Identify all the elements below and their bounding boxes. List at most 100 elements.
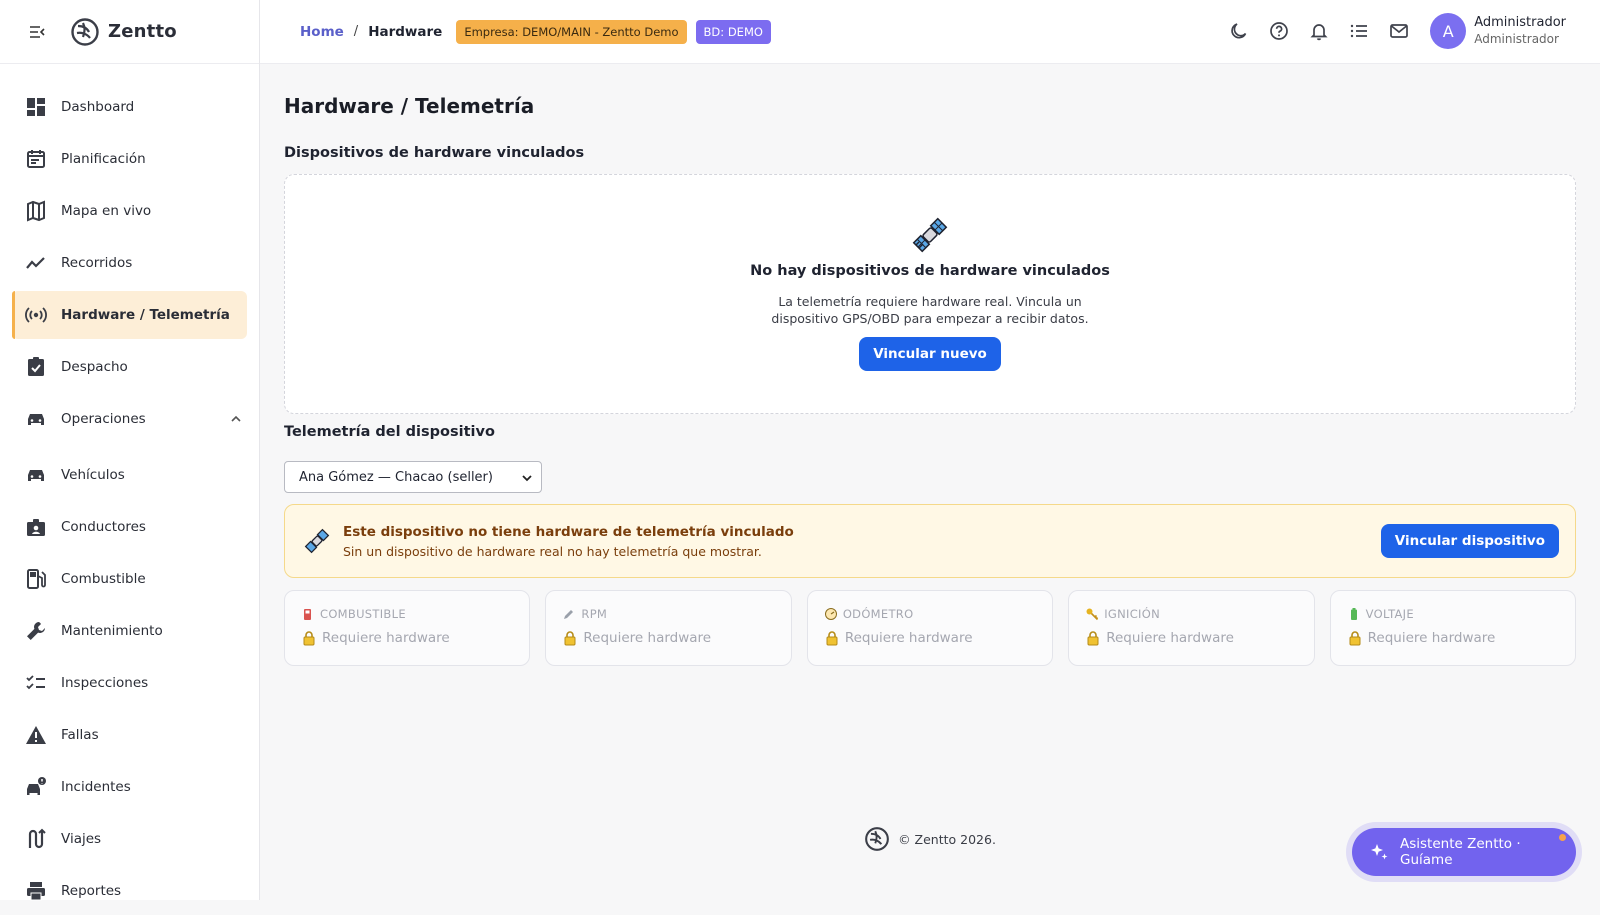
bell-icon[interactable] [1308,20,1330,42]
chevron-down-icon [521,472,533,484]
user-role: Administrador [1474,31,1566,47]
empresa-badge[interactable]: Empresa: DEMO/MAIN - Zentto Demo [456,20,686,44]
telemetry-section-title: Telemetría del dispositivo [284,424,495,440]
user-menu[interactable]: A Administrador Administrador [1430,13,1566,49]
sidebar-item-combustible[interactable]: Combustible [12,555,247,603]
lock-icon [824,630,840,646]
alert-description: Sin un dispositivo de hardware real no h… [343,544,794,559]
avatar[interactable]: A [1430,13,1466,49]
metric-value: Requiere hardware [1368,630,1496,646]
notification-dot [1559,834,1566,841]
metric-card-ignition: IGNICIÓN Requiere hardware [1068,590,1314,666]
car-icon [25,408,47,430]
assistant-button[interactable]: Asistente Zentto · Guíame [1352,828,1576,876]
moon-icon[interactable] [1228,20,1250,42]
key-icon [1085,607,1099,621]
lock-icon [1347,630,1363,646]
sidebar-item-reportes[interactable]: Reportes [12,867,247,915]
sidebar-item-mantenimiento[interactable]: Mantenimiento [12,607,247,655]
user-info: Administrador Administrador [1474,15,1566,47]
sidebar-item-recorridos[interactable]: Recorridos [12,239,247,287]
linked-devices-title: Dispositivos de hardware vinculados [284,145,584,161]
calendar-icon [25,148,47,170]
sidebar-item-label: Fallas [61,727,99,743]
checklist-icon [25,672,47,694]
metric-label: VOLTAJE [1366,607,1414,621]
sidebar-item-label: Mapa en vivo [61,203,151,219]
list-icon[interactable] [1348,20,1370,42]
sidebar-item-vehiculos[interactable]: Vehículos [12,451,247,499]
device-select[interactable]: Ana Gómez — Chacao (seller) [284,461,542,493]
sidebar-item-label: Dashboard [61,99,134,115]
clipboard-check-icon [25,356,47,378]
sidebar-item-label: Viajes [61,831,101,847]
gauge-icon [824,607,838,621]
user-name: Administrador [1474,15,1566,31]
alert-text: Este dispositivo no tiene hardware de te… [343,524,794,559]
timeline-icon [25,252,47,274]
sidebar-item-despacho[interactable]: Despacho [12,343,247,391]
sidebar-item-label: Recorridos [61,255,132,271]
device-select-value: Ana Gómez — Chacao (seller) [299,470,493,485]
page-title: Hardware / Telemetría [284,94,534,118]
sidebar-item-label: Operaciones [61,411,146,427]
satellite-icon [303,527,331,555]
mail-icon[interactable] [1388,20,1410,42]
sidebar-item-mapa[interactable]: Mapa en vivo [12,187,247,235]
sidebar-item-label: Inspecciones [61,675,148,691]
breadcrumb-separator: / [354,24,358,39]
metric-value: Requiere hardware [845,630,973,646]
sidebar-nav: Dashboard Planificación Mapa en vivo Rec… [0,64,259,915]
fuel-icon [301,607,315,621]
metric-value: Requiere hardware [583,630,711,646]
menu-collapse-icon[interactable] [26,21,48,43]
brand-bar: Zentto [0,0,259,64]
sidebar-item-label: Hardware / Telemetría [61,307,230,323]
help-icon[interactable] [1268,20,1290,42]
lock-icon [301,630,317,646]
no-hardware-alert: Este dispositivo no tiene hardware de te… [284,504,1576,578]
car-icon [25,464,47,486]
sidebar-item-label: Planificación [61,151,146,167]
lock-icon [562,630,578,646]
sidebar-item-viajes[interactable]: Viajes [12,815,247,863]
breadcrumb-current: Hardware [368,24,442,40]
brand-name: Zentto [108,21,177,42]
lock-icon [1085,630,1101,646]
sidebar-item-fallas[interactable]: Fallas [12,711,247,759]
sidebar-item-label: Despacho [61,359,128,375]
sidebar-item-inspecciones[interactable]: Inspecciones [12,659,247,707]
sidebar-item-planificacion[interactable]: Planificación [12,135,247,183]
metric-value: Requiere hardware [322,630,450,646]
telemetry-metrics: COMBUSTIBLE Requiere hardware RPM Requie… [284,590,1576,666]
metric-card-voltage: VOLTAJE Requiere hardware [1330,590,1576,666]
bd-badge[interactable]: BD: DEMO [696,20,771,44]
empty-devices-panel: No hay dispositivos de hardware vinculad… [284,174,1576,414]
sidebar-item-operaciones[interactable]: Operaciones [12,395,247,443]
sidebar-item-label: Vehículos [61,467,125,483]
sidebar-item-label: Mantenimiento [61,623,163,639]
link-device-button[interactable]: Vincular dispositivo [1381,524,1559,558]
breadcrumb: Home / Hardware [300,24,442,40]
sidebar-item-conductores[interactable]: Conductores [12,503,247,551]
sidebar-item-label: Combustible [61,571,146,587]
chevron-up-icon[interactable] [229,412,243,426]
zentto-logo-icon [70,17,100,47]
sidebar-item-dashboard[interactable]: Dashboard [12,83,247,131]
sidebar: Zentto Dashboard Planificación Mapa en v… [0,0,260,900]
fuel-pump-icon [25,568,47,590]
link-new-button[interactable]: Vincular nuevo [859,337,1001,371]
metric-card-rpm: RPM Requiere hardware [545,590,791,666]
sidebar-item-hardware[interactable]: Hardware / Telemetría [12,291,247,339]
dashboard-icon [25,96,47,118]
sidebar-item-label: Conductores [61,519,146,535]
footer-copyright: © Zentto 2026. [898,832,996,847]
metric-label: COMBUSTIBLE [320,607,406,621]
print-icon [25,880,47,902]
battery-icon [1347,607,1361,621]
assistant-label: Asistente Zentto · Guíame [1400,836,1576,868]
metric-label: ODÓMETRO [843,607,914,621]
sidebar-item-incidentes[interactable]: Incidentes [12,763,247,811]
breadcrumb-home-link[interactable]: Home [300,24,344,40]
wrench-icon [25,620,47,642]
